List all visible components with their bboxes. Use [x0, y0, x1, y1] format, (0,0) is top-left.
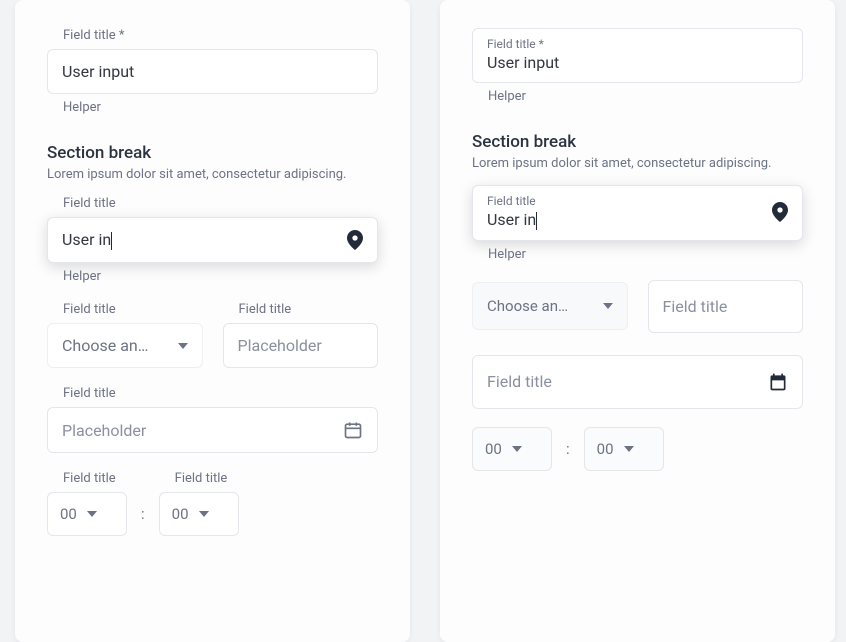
time-row: 00 : 00 [472, 427, 803, 471]
date-input[interactable]: Field title [472, 355, 803, 409]
chevron-down-icon [512, 446, 522, 452]
field-group-1: Field title * User input Helper [472, 28, 803, 104]
date-field: Field title Placeholder [47, 386, 378, 453]
text-input[interactable]: User input [47, 49, 378, 94]
location-pin-icon [772, 202, 788, 222]
location-pin-icon [347, 230, 363, 250]
field-label: Field title [47, 196, 378, 211]
helper-text: Helper [472, 247, 803, 262]
input-placeholder: Placeholder [62, 421, 146, 440]
input-value: User input [487, 53, 788, 72]
location-input[interactable]: User in [47, 217, 378, 263]
form-card-left: Field title * User input Helper Section … [15, 0, 410, 642]
section-title: Section break [47, 143, 378, 163]
dropdown-select[interactable]: Choose an… [47, 323, 203, 368]
section-break: Section break Lorem ipsum dolor sit amet… [472, 132, 803, 171]
field-group-location: Field title User in Helper [472, 185, 803, 262]
section-title: Section break [472, 132, 803, 152]
helper-text: Helper [472, 89, 803, 104]
time-value: 00 [597, 440, 614, 458]
dropdown-field: Field title Choose an… [47, 302, 203, 368]
dropdown-value: Choose an… [487, 297, 568, 315]
field-label: Field title * [487, 37, 788, 51]
date-input[interactable]: Placeholder [47, 407, 378, 453]
chevron-down-icon [199, 511, 209, 517]
input-value: User in [62, 230, 112, 250]
section-description: Lorem ipsum dolor sit amet, consectetur … [47, 167, 378, 182]
field-group-location: Field title User in Helper [47, 196, 378, 284]
text-input[interactable]: Field title * User input [472, 28, 803, 83]
field-label: Field title [159, 471, 239, 486]
date-field: Field title [472, 355, 803, 409]
chevron-down-icon [87, 511, 97, 517]
chevron-down-icon [178, 343, 188, 349]
time-minute-field: Field title 00 [159, 471, 239, 536]
time-hour-field: Field title 00 [47, 471, 127, 536]
section-description: Lorem ipsum dolor sit amet, consectetur … [472, 156, 803, 171]
row-dropdown-text: Field title Choose an… Field title Place… [47, 302, 378, 368]
time-minute-select[interactable]: 00 [584, 427, 664, 471]
chevron-down-icon [624, 446, 634, 452]
input-value: User input [62, 62, 134, 81]
field-label: Field title [47, 302, 203, 317]
calendar-icon [768, 372, 788, 392]
location-input[interactable]: Field title User in [472, 185, 803, 241]
field-label: Field title [223, 302, 379, 317]
input-value: User in [487, 210, 537, 230]
dropdown-value: Choose an… [62, 336, 148, 355]
input-placeholder: Placeholder [238, 336, 322, 355]
time-value: 00 [485, 440, 502, 458]
section-break: Section break Lorem ipsum dolor sit amet… [47, 143, 378, 182]
helper-text: Helper [47, 100, 378, 115]
dropdown-select[interactable]: Choose an… [472, 282, 628, 330]
input-placeholder: Field title [487, 372, 552, 391]
row-dropdown-text: Choose an… Field title [472, 280, 803, 333]
time-value: 00 [172, 505, 189, 523]
text-input[interactable]: Field title [648, 280, 804, 333]
time-hour-select[interactable]: 00 [47, 492, 127, 536]
text-input[interactable]: Placeholder [223, 323, 379, 368]
field-label: Field title [47, 471, 127, 486]
helper-text: Helper [47, 269, 378, 284]
field-label: Field title [47, 386, 378, 401]
text-caret [536, 212, 537, 230]
chevron-down-icon [603, 303, 613, 309]
text-caret [111, 232, 112, 250]
field-label: Field title [487, 194, 537, 208]
time-separator: : [566, 440, 570, 458]
time-value: 00 [60, 505, 77, 523]
time-separator: : [141, 505, 145, 523]
form-card-right: Field title * User input Helper Section … [440, 0, 835, 642]
calendar-icon [343, 420, 363, 440]
text-field: Field title Placeholder [223, 302, 379, 368]
time-hour-select[interactable]: 00 [472, 427, 552, 471]
input-placeholder: Field title [663, 297, 728, 316]
time-row: Field title 00 : Field title 00 [47, 471, 378, 536]
field-group-1: Field title * User input Helper [47, 28, 378, 115]
time-minute-select[interactable]: 00 [159, 492, 239, 536]
field-label: Field title * [47, 28, 378, 43]
